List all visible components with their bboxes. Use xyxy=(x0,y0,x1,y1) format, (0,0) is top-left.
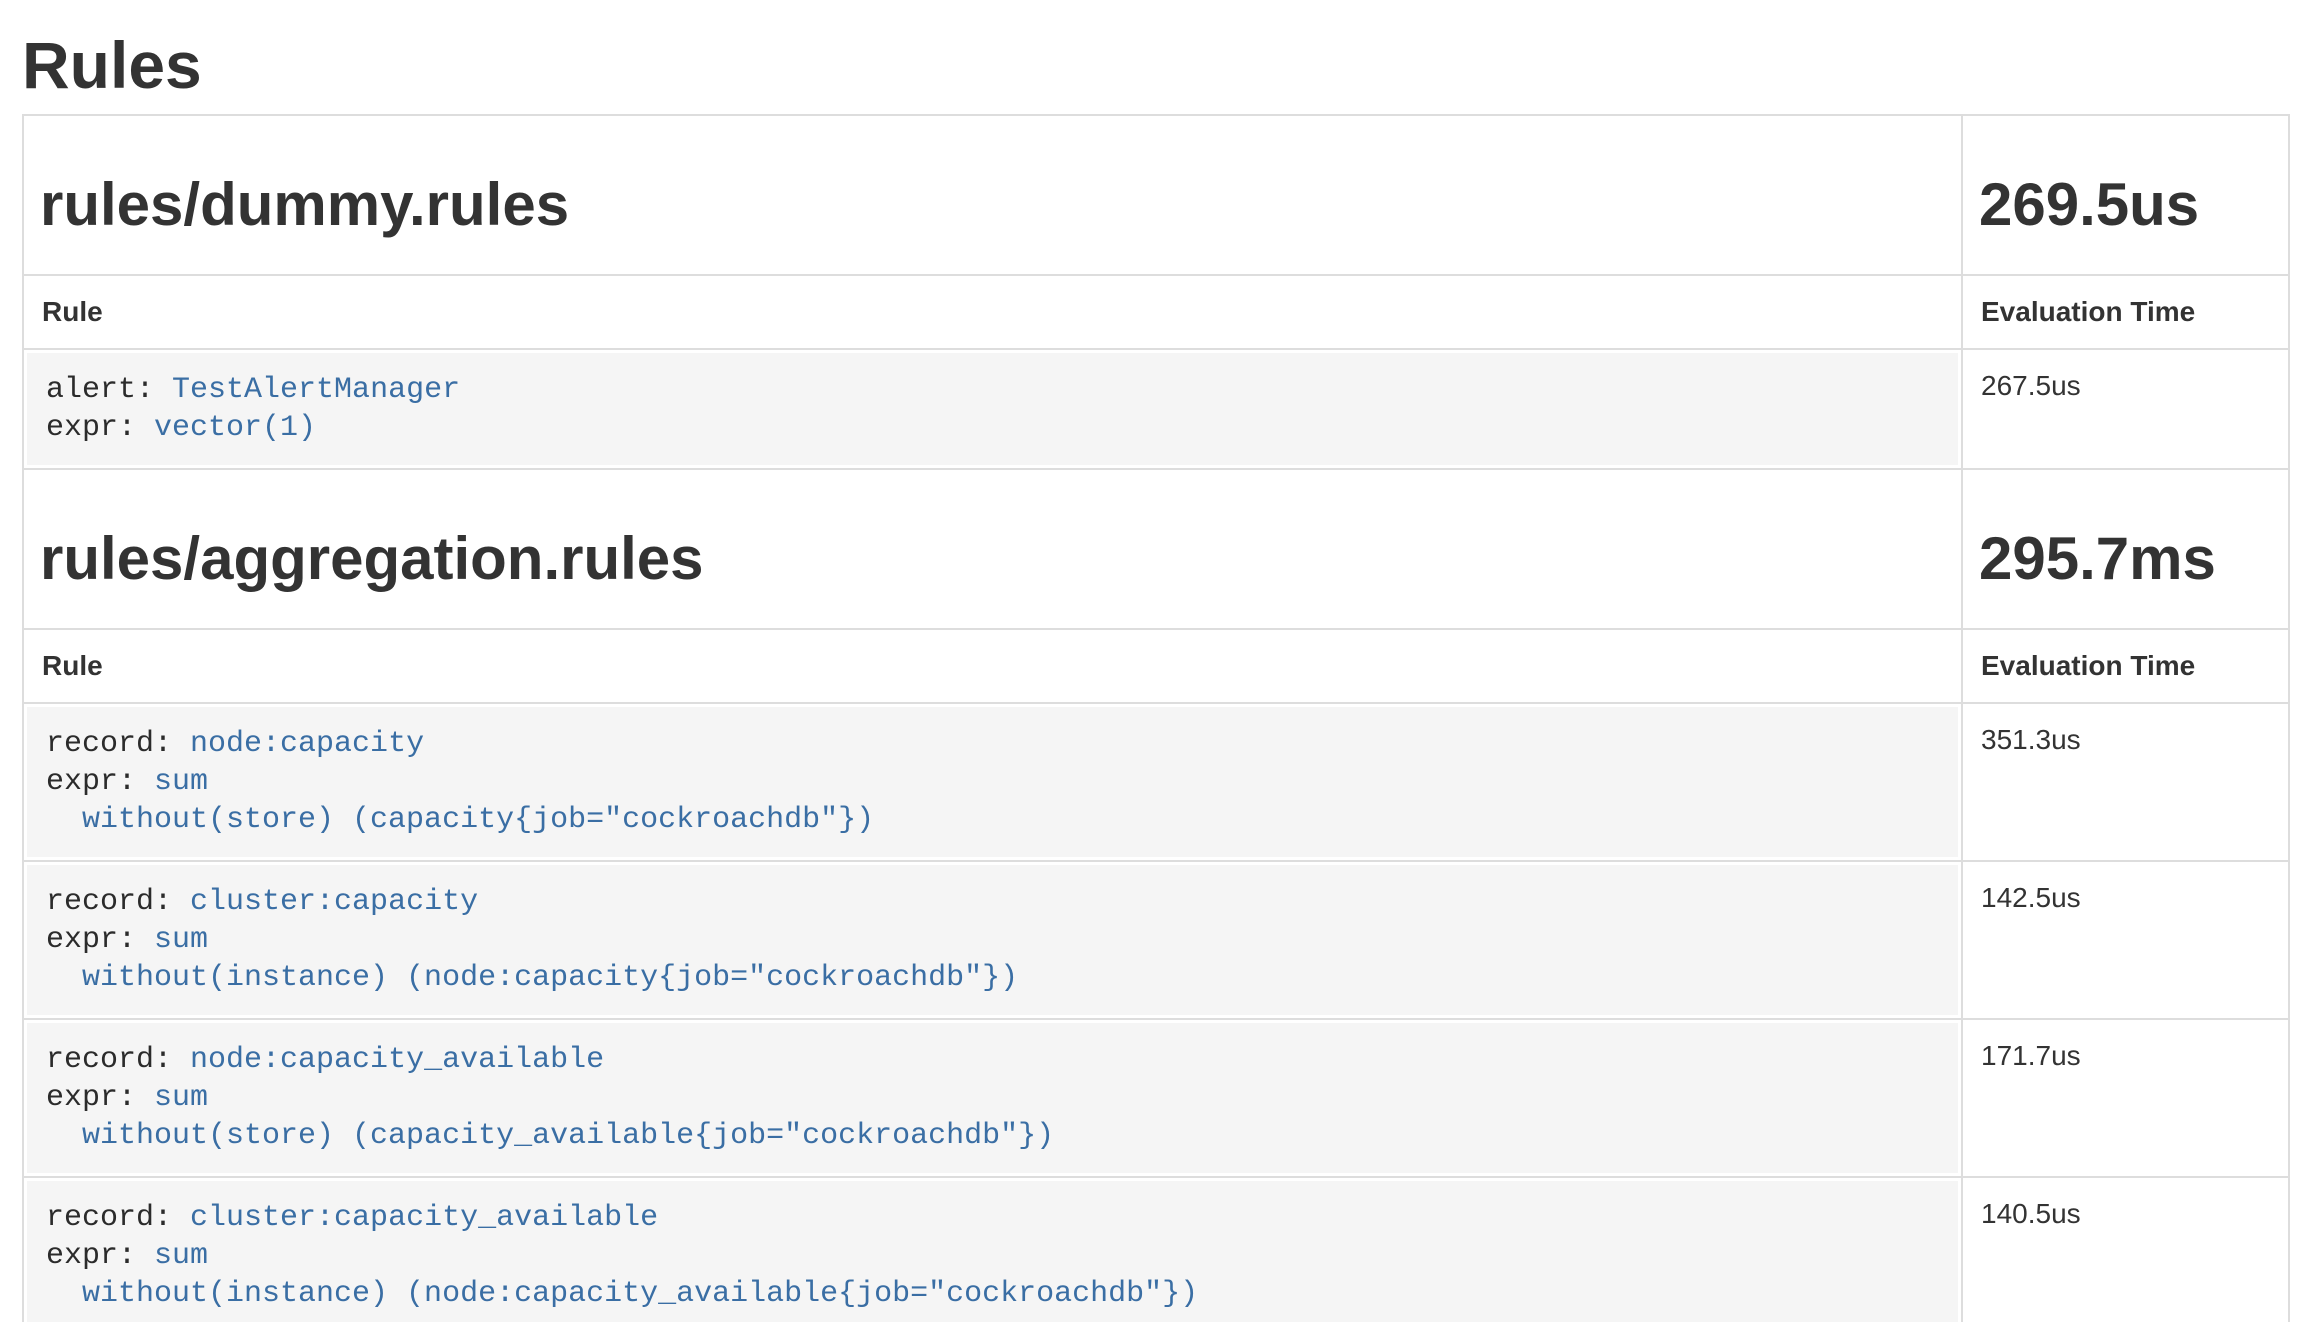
rule-keyword: alert: xyxy=(46,373,172,407)
rule-expression-link[interactable]: cluster:capacity_available xyxy=(190,1201,658,1235)
rule-group-evaluation-time-cell: 269.5us xyxy=(1962,115,2289,275)
rule-keyword: record: xyxy=(46,885,190,919)
rule-evaluation-time: 171.7us xyxy=(1962,1019,2289,1177)
rule-code-line: without(instance) (node:capacity{job="co… xyxy=(46,959,1940,997)
rule-group-evaluation-time-cell: 295.7ms xyxy=(1962,469,2289,629)
rule-expression-link[interactable]: sum xyxy=(154,923,208,957)
rule-row: alert: TestAlertManagerexpr: vector(1) 2… xyxy=(23,349,2289,469)
rule-row: record: node:capacityexpr: sum without(s… xyxy=(23,703,2289,861)
rule-code: record: node:capacityexpr: sum without(s… xyxy=(27,707,1958,857)
rule-group-header-row: rules/aggregation.rules 295.7ms xyxy=(23,469,2289,629)
rule-code: record: cluster:capacityexpr: sum withou… xyxy=(27,865,1958,1015)
rule-expression-link[interactable]: without(store) (capacity_available{job="… xyxy=(46,1119,1054,1153)
rule-expression-link[interactable]: node:capacity_available xyxy=(190,1043,604,1077)
rule-code-line: expr: sum xyxy=(46,1079,1940,1117)
rule-group-name-cell: rules/dummy.rules xyxy=(23,115,1962,275)
rule-keyword: record: xyxy=(46,727,190,761)
rule-cell: alert: TestAlertManagerexpr: vector(1) xyxy=(23,349,1962,469)
rule-code-line: record: cluster:capacity_available xyxy=(46,1199,1940,1237)
page-title: Rules xyxy=(22,28,2290,102)
rule-code: alert: TestAlertManagerexpr: vector(1) xyxy=(27,353,1958,465)
rule-group-name: rules/aggregation.rules xyxy=(40,524,1945,594)
rule-keyword: expr: xyxy=(46,1081,154,1115)
evaluation-time-column-header: Evaluation Time xyxy=(1962,275,2289,349)
rule-cell: record: cluster:capacity_availableexpr: … xyxy=(23,1177,1962,1322)
rules-table: rules/dummy.rules 269.5us Rule Evaluatio… xyxy=(22,114,2290,1322)
rule-expression-link[interactable]: cluster:capacity xyxy=(190,885,478,919)
rule-column-header: Rule xyxy=(23,629,1962,703)
column-header-row: Rule Evaluation Time xyxy=(23,629,2289,703)
rule-evaluation-time: 267.5us xyxy=(1962,349,2289,469)
page-container: Rules rules/dummy.rules 269.5us Rule Eva… xyxy=(22,28,2290,1322)
rule-code-line: record: node:capacity xyxy=(46,725,1940,763)
rule-column-header: Rule xyxy=(23,275,1962,349)
rule-group-header-row: rules/dummy.rules 269.5us xyxy=(23,115,2289,275)
rule-code-line: without(store) (capacity{job="cockroachd… xyxy=(46,801,1940,839)
rule-row: record: node:capacity_availableexpr: sum… xyxy=(23,1019,2289,1177)
rule-expression-link[interactable]: vector(1) xyxy=(154,411,316,445)
rule-code-line: expr: sum xyxy=(46,921,1940,959)
rule-expression-link[interactable]: sum xyxy=(154,1239,208,1273)
rule-code: record: cluster:capacity_availableexpr: … xyxy=(27,1181,1958,1322)
rule-code: record: node:capacity_availableexpr: sum… xyxy=(27,1023,1958,1173)
evaluation-time-column-header: Evaluation Time xyxy=(1962,629,2289,703)
rule-expression-link[interactable]: without(instance) (node:capacity{job="co… xyxy=(46,961,1018,995)
rule-evaluation-time: 351.3us xyxy=(1962,703,2289,861)
rule-evaluation-time: 140.5us xyxy=(1962,1177,2289,1322)
rule-code-line: alert: TestAlertManager xyxy=(46,371,1940,409)
rule-cell: record: node:capacityexpr: sum without(s… xyxy=(23,703,1962,861)
rule-keyword: record: xyxy=(46,1201,190,1235)
rule-keyword: expr: xyxy=(46,1239,154,1273)
rule-row: record: cluster:capacity_availableexpr: … xyxy=(23,1177,2289,1322)
rule-row: record: cluster:capacityexpr: sum withou… xyxy=(23,861,2289,1019)
rule-expression-link[interactable]: TestAlertManager xyxy=(172,373,460,407)
rule-code-line: expr: sum xyxy=(46,1237,1940,1275)
rule-cell: record: node:capacity_availableexpr: sum… xyxy=(23,1019,1962,1177)
column-header-row: Rule Evaluation Time xyxy=(23,275,2289,349)
rule-keyword: expr: xyxy=(46,411,154,445)
rule-code-line: expr: sum xyxy=(46,763,1940,801)
rule-code-line: record: cluster:capacity xyxy=(46,883,1940,921)
rule-code-line: without(instance) (node:capacity_availab… xyxy=(46,1275,1940,1313)
rule-keyword: expr: xyxy=(46,923,154,957)
rule-expression-link[interactable]: sum xyxy=(154,1081,208,1115)
rules-table-body: rules/dummy.rules 269.5us Rule Evaluatio… xyxy=(23,115,2289,1322)
rule-expression-link[interactable]: without(instance) (node:capacity_availab… xyxy=(46,1277,1198,1311)
rule-evaluation-time: 142.5us xyxy=(1962,861,2289,1019)
rule-code-line: without(store) (capacity_available{job="… xyxy=(46,1117,1940,1155)
rule-group-name-cell: rules/aggregation.rules xyxy=(23,469,1962,629)
rule-code-line: record: node:capacity_available xyxy=(46,1041,1940,1079)
rule-group-evaluation-time: 269.5us xyxy=(1979,170,2272,240)
rule-keyword: expr: xyxy=(46,765,154,799)
rule-keyword: record: xyxy=(46,1043,190,1077)
rule-expression-link[interactable]: node:capacity xyxy=(190,727,424,761)
rule-expression-link[interactable]: sum xyxy=(154,765,208,799)
rule-group-evaluation-time: 295.7ms xyxy=(1979,524,2272,594)
rule-cell: record: cluster:capacityexpr: sum withou… xyxy=(23,861,1962,1019)
rule-expression-link[interactable]: without(store) (capacity{job="cockroachd… xyxy=(46,803,874,837)
rule-group-name: rules/dummy.rules xyxy=(40,170,1945,240)
rule-code-line: expr: vector(1) xyxy=(46,409,1940,447)
